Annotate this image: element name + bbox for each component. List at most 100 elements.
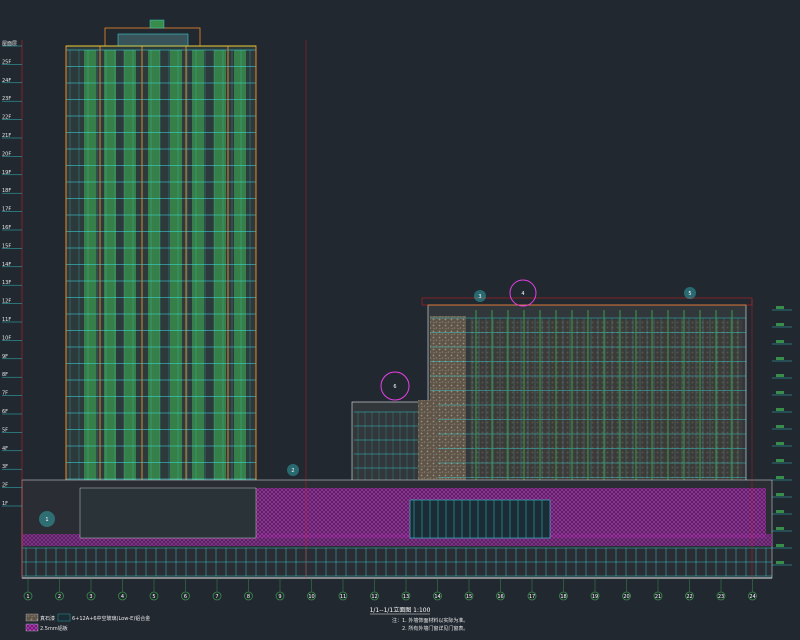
green-panel xyxy=(234,50,246,480)
left-level-markers: 屋面层 25F 24F 23F 22F 21F 20F 19F 18F 17F 16F 15F 14F 1… xyxy=(2,41,22,507)
level-tag xyxy=(776,527,784,530)
axis-label: 8 xyxy=(247,594,250,600)
legend-label-glass: 6+12A+6中空玻璃(Low-E)铝合金 xyxy=(72,615,150,622)
drawing-title: 1/1--1/1立面图 1:100 xyxy=(370,606,431,614)
level-tag xyxy=(776,340,784,343)
section-label: 5 xyxy=(688,291,691,297)
level-tag xyxy=(776,425,784,428)
level-label: 24F xyxy=(2,78,11,84)
axis-label: 15 xyxy=(466,594,472,600)
green-panel xyxy=(214,50,226,480)
green-panel xyxy=(124,50,136,480)
level-tag xyxy=(776,408,784,411)
level-label: 23F xyxy=(2,96,11,102)
level-label: 屋面层 xyxy=(2,41,17,47)
level-tag xyxy=(776,323,784,326)
level-label: 14F xyxy=(2,262,11,268)
level-tag xyxy=(776,306,784,309)
level-label: 5F xyxy=(2,427,8,433)
level-tag xyxy=(776,459,784,462)
green-panel xyxy=(192,50,204,480)
axis-label: 24 xyxy=(749,594,755,600)
note-1: 1. 外墙饰面材料以实际为准。 xyxy=(402,617,468,624)
level-label: 19F xyxy=(2,170,11,176)
note-2: 2. 所有外墙门窗详见门窗表。 xyxy=(402,625,468,632)
level-label: 12F xyxy=(2,299,11,305)
level-label: 18F xyxy=(2,188,11,194)
level-label: 1F xyxy=(2,501,8,507)
level-tag xyxy=(776,374,784,377)
level-tag xyxy=(776,357,784,360)
commercial-podium xyxy=(21,479,773,579)
level-label: 22F xyxy=(2,115,11,121)
level-label: 4F xyxy=(2,446,8,452)
section-label: 1 xyxy=(45,517,48,523)
right-office-block xyxy=(351,297,753,491)
level-tag xyxy=(776,544,784,547)
legend-swatch-stone xyxy=(25,613,39,622)
axis-label: 5 xyxy=(152,594,155,600)
level-label: 8F xyxy=(2,372,8,378)
notes-heading: 注： xyxy=(392,617,402,624)
level-label: 10F xyxy=(2,335,11,341)
green-panel xyxy=(104,50,116,480)
green-panel xyxy=(170,50,182,480)
section-label: 6 xyxy=(393,384,396,390)
axis-label: 10 xyxy=(308,594,314,600)
axis-label: 12 xyxy=(371,594,377,600)
axis-label: 21 xyxy=(655,594,661,600)
level-label: 15F xyxy=(2,243,11,249)
axis-label: 4 xyxy=(121,594,124,600)
level-label: 7F xyxy=(2,391,8,397)
axis-label: 3 xyxy=(89,594,92,600)
green-panel xyxy=(84,50,96,480)
axis-label: 1 xyxy=(26,594,29,600)
elevation-drawing: 屋面层25F24F23F22F21F20F19F18F17F16F15F14F1… xyxy=(2,19,792,632)
cad-drawing-canvas: 屋面层 25F 24F 23F 22F 21F 20F 19F 18F 17F 16F 15F 14F 1… xyxy=(0,0,800,636)
right-level-markers xyxy=(772,306,792,566)
axis-label: 19 xyxy=(592,594,598,600)
axis-label: 18 xyxy=(560,594,566,600)
level-label: 9F xyxy=(2,354,8,360)
section-label: 4 xyxy=(521,291,524,297)
high-rise-tower xyxy=(65,19,257,531)
level-label: 6F xyxy=(2,409,8,415)
level-tag xyxy=(776,391,784,394)
level-label: 11F xyxy=(2,317,11,323)
legend-swatch-aluminum xyxy=(25,623,39,632)
level-label: 16F xyxy=(2,225,11,231)
level-label: 20F xyxy=(2,151,11,157)
axis-label: 14 xyxy=(434,594,440,600)
legend: 真石漆 6+12A+6中空玻璃(Low-E)铝合金 2.5mm铝板 xyxy=(25,613,150,632)
axis-label: 2 xyxy=(58,594,61,600)
level-tag xyxy=(776,561,784,564)
level-tag xyxy=(776,442,784,445)
axis-label: 13 xyxy=(403,594,409,600)
axis-label: 16 xyxy=(497,594,503,600)
level-label: 25F xyxy=(2,59,11,65)
level-label: 17F xyxy=(2,207,11,213)
axis-label: 22 xyxy=(686,594,692,600)
axis-label: 17 xyxy=(529,594,535,600)
level-tag xyxy=(776,510,784,513)
level-tag xyxy=(776,493,784,496)
legend-swatch-glass xyxy=(57,613,71,622)
level-tag xyxy=(776,476,784,479)
axis-label: 6 xyxy=(184,594,187,600)
section-label: 3 xyxy=(478,294,481,300)
axis-label: 7 xyxy=(215,594,218,600)
level-label: 2F xyxy=(2,483,8,489)
axis-label: 23 xyxy=(718,594,724,600)
legend-label-aluminum: 2.5mm铝板 xyxy=(40,625,68,632)
section-label: 2 xyxy=(291,468,294,474)
axis-label: 11 xyxy=(340,594,346,600)
legend-label-stone: 真石漆 xyxy=(40,615,55,622)
level-label: 13F xyxy=(2,280,11,286)
axis-label: 20 xyxy=(623,594,629,600)
level-label: 3F xyxy=(2,464,8,470)
title-block: 1/1--1/1立面图 1:100 注： 1. 外墙饰面材料以实际为准。 2. … xyxy=(370,606,469,632)
level-label: 21F xyxy=(2,133,11,139)
green-panel xyxy=(148,50,160,480)
bottom-axis-tags: 1 2 3 4 5 6 7 8 9 10 11 12 13 14 15 16 17 18 19 20 21 22 23 24 xyxy=(23,578,757,601)
axis-label: 9 xyxy=(278,594,281,600)
